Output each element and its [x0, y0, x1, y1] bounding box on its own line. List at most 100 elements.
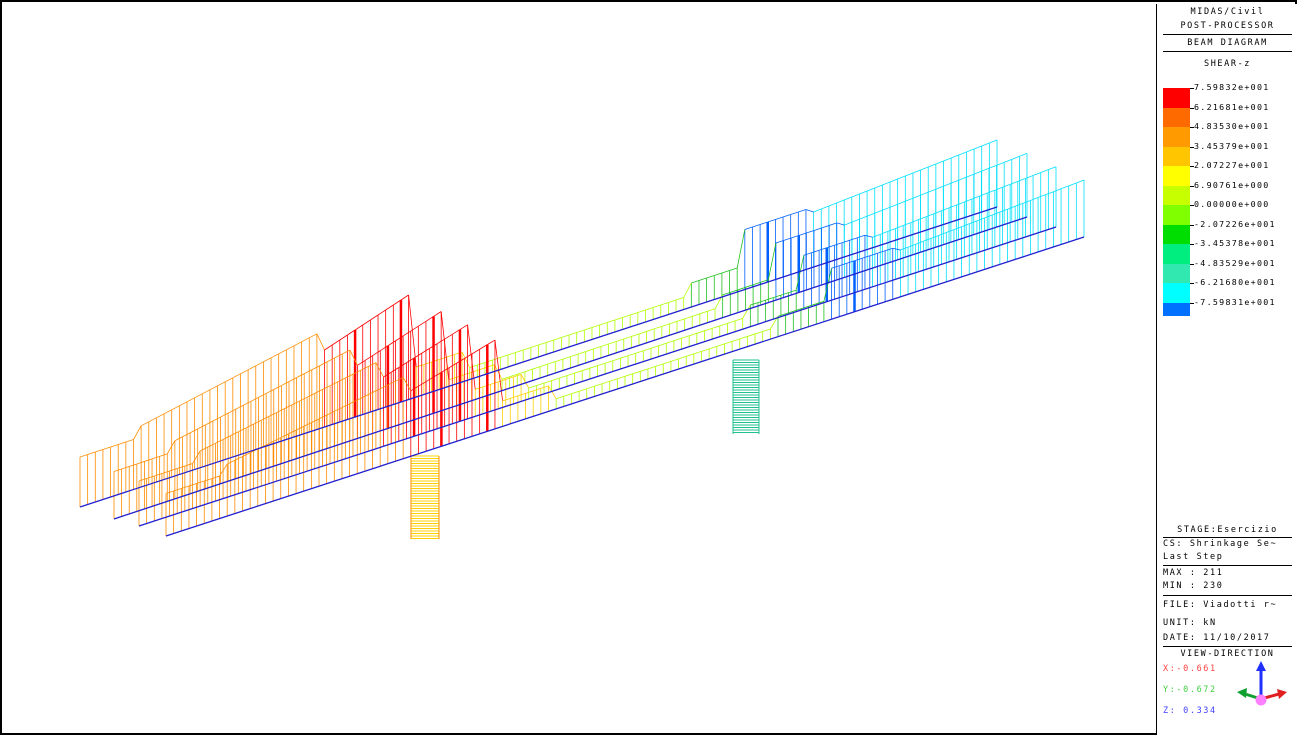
shear-envelope	[255, 361, 264, 367]
legend-tick	[1190, 166, 1194, 167]
shear-envelope	[900, 246, 909, 251]
shear-envelope	[220, 412, 229, 418]
shear-envelope	[927, 188, 936, 193]
file-label: FILE: Viadotti r~	[1163, 600, 1278, 610]
legend-label: 6.90761e+000	[1194, 179, 1270, 190]
beam-axis	[165, 236, 1085, 537]
shear-envelope	[299, 396, 308, 402]
shear-envelope	[368, 362, 377, 367]
shear-envelope	[691, 280, 700, 284]
shear-envelope	[731, 338, 740, 342]
legend-tick	[1190, 146, 1194, 148]
shear-envelope	[326, 410, 335, 416]
shear-envelope	[129, 463, 137, 467]
beam-diagram-canvas[interactable]	[4, 4, 1156, 735]
shear-envelope	[1010, 181, 1018, 185]
shear-envelope	[423, 361, 432, 365]
shear-envelope	[584, 327, 593, 331]
shear-envelope	[400, 294, 409, 301]
load-case-label: CS: Shrinkage Se~	[1163, 539, 1278, 549]
view-direction-title: VIEW-DIRECTION	[1180, 649, 1275, 659]
legend-label: 2.07227e+001	[1194, 160, 1270, 170]
shear-envelope	[448, 362, 457, 369]
shear-envelope	[530, 344, 539, 348]
shear-envelope	[907, 243, 916, 248]
shear-envelope	[946, 229, 955, 233]
shear-envelope	[215, 439, 224, 444]
window-frame: MIDAS/Civil POST-PROCESSOR BEAM DIAGRAM …	[0, 0, 1297, 735]
legend-swatch	[1163, 205, 1190, 225]
shear-envelope	[418, 320, 427, 327]
divider	[1163, 565, 1292, 566]
shear-envelope	[364, 355, 373, 361]
shear-envelope	[675, 297, 684, 301]
shear-envelope	[693, 351, 702, 355]
model-viewport[interactable]	[4, 4, 1156, 735]
shear-envelope	[892, 247, 901, 251]
shear-envelope	[1017, 178, 1026, 182]
view-y-value: Y:-0.672	[1163, 685, 1217, 695]
shear-envelope	[510, 395, 519, 399]
shear-envelope	[910, 219, 919, 223]
shear-envelope	[969, 220, 978, 225]
shear-envelope	[859, 215, 868, 220]
shear-envelope	[189, 428, 198, 434]
shear-envelope	[154, 473, 163, 477]
shear-envelope	[663, 360, 672, 365]
shear-envelope	[836, 222, 845, 226]
shear-envelope	[166, 440, 176, 455]
shear-envelope	[727, 320, 736, 324]
shear-envelope	[653, 304, 661, 308]
shear-envelope	[689, 332, 697, 337]
shear-envelope	[1019, 152, 1028, 157]
shear-envelope	[608, 341, 617, 345]
shear-envelope	[686, 353, 694, 357]
legend-label: 0.00000e+000	[1194, 199, 1270, 209]
shear-envelope	[87, 451, 96, 455]
shear-envelope	[528, 385, 537, 389]
shear-envelope	[1048, 166, 1057, 171]
shear-envelope	[645, 307, 654, 311]
shear-envelope	[525, 390, 534, 394]
shear-envelope	[341, 403, 350, 408]
legend-tick	[1190, 185, 1194, 187]
shear-envelope	[102, 446, 111, 450]
shear-envelope	[140, 421, 149, 427]
shear-envelope	[578, 388, 587, 392]
shear-envelope	[556, 395, 564, 400]
shear-envelope	[798, 209, 807, 213]
shear-envelope	[245, 423, 254, 429]
info-panel: MIDAS/Civil POST-PROCESSOR BEAM DIAGRAM …	[1156, 4, 1297, 735]
shear-envelope	[658, 342, 667, 347]
shear-envelope	[324, 344, 333, 351]
view-z-value: Z: 0.334	[1163, 706, 1217, 716]
shear-envelope	[813, 208, 822, 213]
shear-envelope	[334, 407, 343, 412]
shear-envelope	[192, 450, 201, 464]
shear-envelope	[698, 277, 707, 281]
shear-envelope	[563, 393, 572, 397]
shear-envelope	[79, 454, 88, 458]
shear-envelope	[136, 461, 145, 465]
legend-swatch	[1163, 302, 1190, 316]
shear-envelope	[877, 250, 886, 254]
shear-envelope	[884, 247, 893, 252]
shear-envelope	[684, 315, 693, 320]
shear-envelope	[217, 381, 226, 387]
shear-envelope	[841, 239, 850, 244]
shear-envelope	[933, 210, 942, 215]
shear-envelope	[500, 354, 509, 358]
shear-envelope	[1025, 175, 1034, 179]
shear-envelope	[965, 173, 974, 178]
shear-envelope	[303, 422, 312, 427]
shear-envelope	[370, 314, 379, 321]
shear-envelope	[536, 382, 545, 387]
shear-envelope	[655, 363, 664, 367]
shear-envelope	[622, 314, 631, 318]
shear-envelope	[670, 358, 679, 362]
shear-envelope	[561, 334, 570, 338]
shear-envelope	[296, 373, 305, 379]
shear-envelope	[337, 377, 346, 383]
shear-envelope	[862, 255, 870, 259]
shear-envelope	[961, 223, 970, 228]
